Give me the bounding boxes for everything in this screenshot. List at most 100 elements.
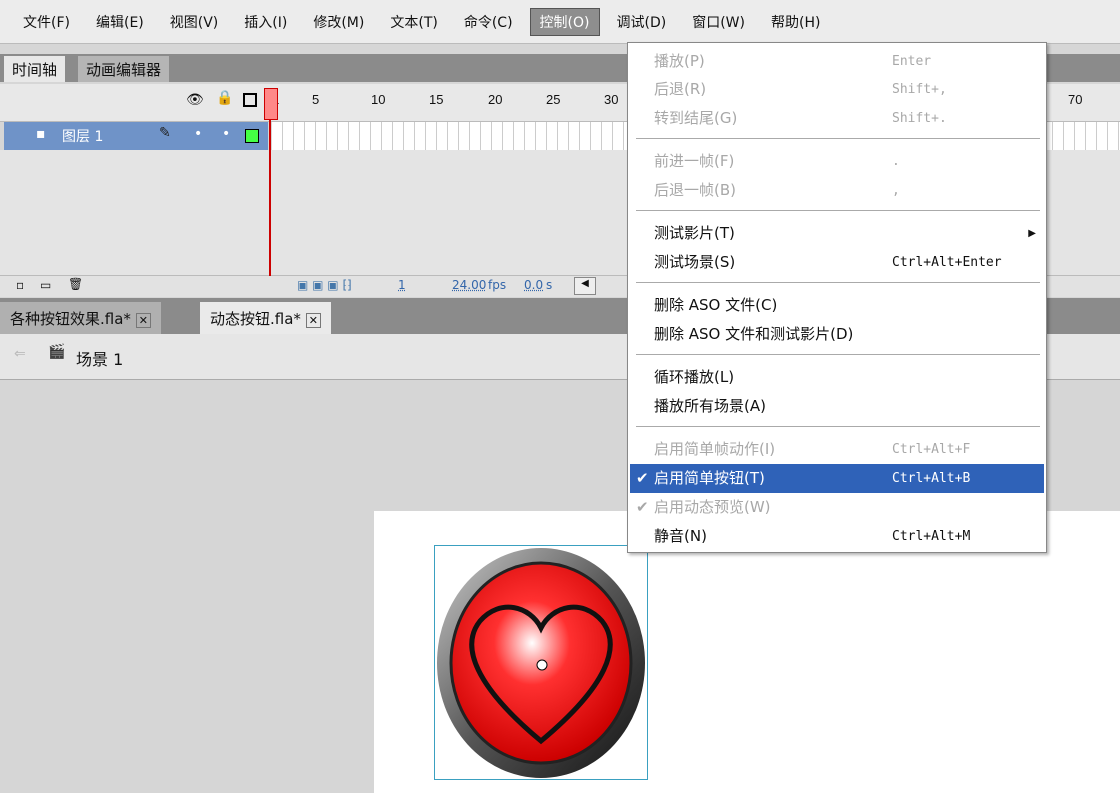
checkmark-icon: ✔ — [636, 498, 649, 516]
ruler-tick: 25 — [546, 92, 561, 107]
layer-row[interactable]: ▪ 图层 1 ✎ • • — [4, 122, 268, 150]
outline-icon[interactable] — [243, 93, 257, 107]
heart-button-graphic — [437, 548, 645, 778]
layer-icon: ▪ — [36, 126, 46, 142]
menu-item-shortcut: , — [892, 183, 900, 198]
heart-button-symbol[interactable] — [434, 545, 648, 780]
menu-item[interactable]: 循环播放(L) — [630, 363, 1044, 392]
scene-name[interactable]: 场景 1 — [76, 346, 123, 370]
menu-item-label: 静音(N) — [654, 527, 707, 545]
menu-bar: 文件(F) 编辑(E) 视图(V) 插入(I) 修改(M) 文本(T) 命令(C) 控制(O)… — [0, 0, 1120, 44]
menu-item[interactable]: 前进一帧(F). — [630, 147, 1044, 176]
fps-unit: fps — [488, 278, 507, 292]
outline-color-box[interactable] — [245, 129, 259, 143]
menu-3[interactable]: 插入(I) — [235, 9, 296, 35]
menu-separator — [636, 426, 1040, 428]
menu-item-shortcut: . — [892, 154, 900, 169]
menu-item[interactable]: 删除 ASO 文件和测试影片(D) — [630, 320, 1044, 349]
new-folder-icon[interactable]: ▭ — [40, 278, 51, 292]
menu-separator — [636, 354, 1040, 356]
submenu-arrow-icon: ▶ — [1028, 228, 1036, 239]
close-icon[interactable]: ✕ — [305, 313, 321, 328]
ruler-tick: 10 — [371, 92, 386, 107]
menu-item-label: 循环播放(L) — [654, 368, 735, 386]
ruler-tick: 15 — [429, 92, 444, 107]
onion-skin-icons[interactable]: ▣ ▣ ▣ ⁅⁆ — [297, 278, 352, 292]
close-icon[interactable]: ✕ — [135, 313, 151, 328]
menu-item[interactable]: 后退一帧(B), — [630, 176, 1044, 205]
menu-5[interactable]: 文本(T) — [381, 9, 446, 35]
menu-2[interactable]: 视图(V) — [161, 9, 228, 35]
menu-8[interactable]: 调试(D) — [608, 9, 676, 35]
menu-item-shortcut: Ctrl+Alt+F — [892, 442, 971, 457]
menu-4[interactable]: 修改(M) — [304, 9, 373, 35]
menu-separator — [636, 138, 1040, 140]
visible-dot[interactable]: • — [194, 126, 202, 142]
scene-icon: 🎬 — [48, 344, 66, 360]
menu-item-label: 转到结尾(G) — [654, 109, 738, 127]
ruler-tick: 30 — [604, 92, 619, 107]
current-frame[interactable]: 1 — [398, 278, 406, 292]
doc-tab-label: 各种按钮效果.fla* — [10, 310, 131, 328]
menu-item-label: 删除 ASO 文件(C) — [654, 296, 778, 314]
playhead[interactable] — [264, 88, 278, 120]
menu-item-shortcut: Enter — [892, 54, 932, 69]
doc-tab-dynamic-button[interactable]: 动态按钮.fla* ✕ — [200, 302, 331, 334]
menu-item-label: 后退(R) — [654, 80, 707, 98]
menu-item-shortcut: Ctrl+Alt+Enter — [892, 255, 1002, 270]
menu-item-label: 测试场景(S) — [654, 253, 736, 271]
doc-tab-button-effects[interactable]: 各种按钮效果.fla* ✕ — [0, 302, 161, 334]
menu-item-label: 后退一帧(B) — [654, 181, 736, 199]
ruler-tick: 20 — [488, 92, 503, 107]
menu-item-shortcut: Ctrl+Alt+M — [892, 529, 971, 544]
layer-name[interactable]: 图层 1 — [62, 126, 103, 146]
eye-icon[interactable]: 👁 — [186, 92, 204, 108]
control-menu-dropdown: 播放(P) Enter 后退(R) Shift+, 转到结尾(G) Shift+. 前进一帧… — [627, 42, 1047, 553]
tab-motion-editor[interactable]: 动画编辑器 — [78, 56, 170, 82]
menu-10[interactable]: 帮助(H) — [762, 9, 829, 35]
menu-1[interactable]: 编辑(E) — [87, 9, 153, 35]
back-arrow-icon[interactable]: ⇐ — [14, 346, 26, 362]
menu-item-label: 测试影片(T) — [654, 224, 735, 242]
menu-item[interactable]: ✔ 启用动态预览(W) — [630, 493, 1044, 522]
menu-item[interactable]: 删除 ASO 文件(C) — [630, 291, 1044, 320]
menu-item[interactable]: ✔ 启用简单按钮(T) Ctrl+Alt+B — [630, 464, 1044, 493]
menu-item-label: 启用简单帧动作(I) — [654, 440, 776, 458]
menu-item[interactable]: 后退(R) Shift+, — [630, 75, 1044, 104]
menu-item-shortcut: Shift+, — [892, 82, 947, 97]
trash-icon[interactable]: 🗑 — [68, 277, 83, 291]
menu-item-label: 播放(P) — [654, 52, 705, 70]
frame-rate[interactable]: 24.00 — [452, 278, 486, 292]
lock-icon[interactable]: 🔒 — [216, 90, 233, 106]
time-unit: s — [546, 278, 553, 292]
menu-6[interactable]: 命令(C) — [455, 9, 522, 35]
menu-item[interactable]: 播放(P) Enter — [630, 47, 1044, 76]
menu-9[interactable]: 窗口(W) — [683, 9, 754, 35]
menu-separator — [636, 282, 1040, 284]
ruler-tick: 5 — [312, 92, 320, 107]
menu-item[interactable]: 转到结尾(G) Shift+. — [630, 104, 1044, 133]
menu-item[interactable]: 测试场景(S) Ctrl+Alt+Enter — [630, 248, 1044, 277]
menu-item-label: 播放所有场景(A) — [654, 397, 766, 415]
menu-item-label: 启用简单按钮(T) — [654, 469, 765, 487]
pencil-icon: ✎ — [159, 125, 171, 141]
menu-item-label: 启用动态预览(W) — [654, 498, 771, 516]
menu-item-label: 前进一帧(F) — [654, 152, 735, 170]
menu-0[interactable]: 文件(F) — [14, 9, 79, 35]
lock-dot[interactable]: • — [222, 126, 230, 142]
menu-item[interactable]: 启用简单帧动作(I) Ctrl+Alt+F — [630, 435, 1044, 464]
menu-item[interactable]: 静音(N) Ctrl+Alt+M — [630, 522, 1044, 551]
checkmark-icon: ✔ — [636, 469, 649, 487]
menu-item-shortcut: Ctrl+Alt+B — [892, 471, 971, 486]
doc-tab-label: 动态按钮.fla* — [210, 310, 301, 328]
ruler-tick: 70 — [1068, 92, 1083, 107]
scroll-left-button[interactable]: ◀ — [574, 277, 596, 295]
menu-item[interactable]: 播放所有场景(A) — [630, 392, 1044, 421]
elapsed-time[interactable]: 0.0 — [524, 278, 543, 292]
menu-7[interactable]: 控制(O) — [529, 7, 600, 36]
menu-item[interactable]: 测试影片(T) ▶ — [630, 219, 1044, 248]
menu-item-label: 删除 ASO 文件和测试影片(D) — [654, 325, 854, 343]
menu-item-shortcut: Shift+. — [892, 111, 947, 126]
new-layer-icon[interactable]: ▫ — [16, 278, 24, 292]
tab-timeline[interactable]: 时间轴 — [4, 56, 66, 82]
